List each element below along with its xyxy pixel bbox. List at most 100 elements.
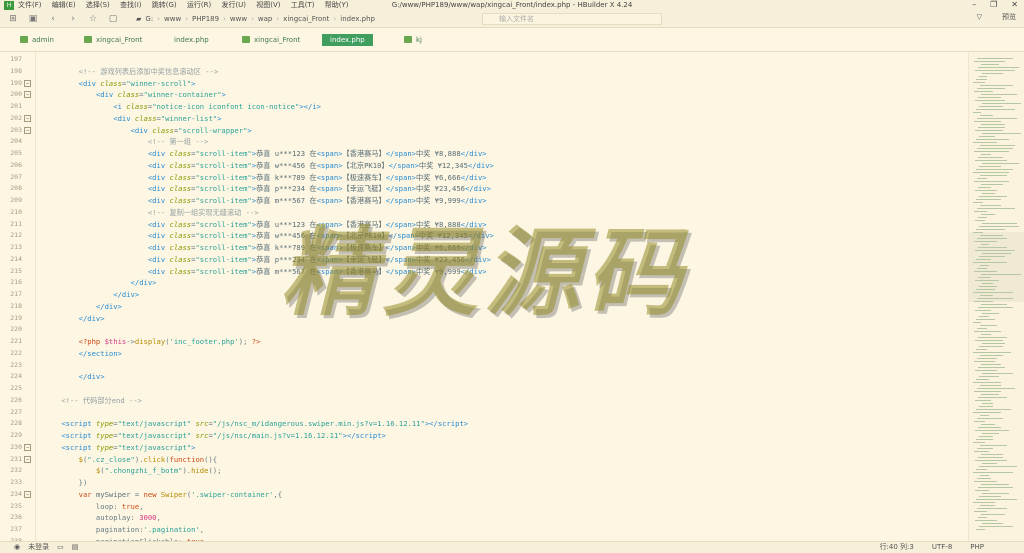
code-line[interactable]: 202− <div class="winner-list"> <box>0 113 968 125</box>
code-line[interactable]: 220 <box>0 324 968 336</box>
fold-toggle-icon[interactable]: − <box>24 490 31 498</box>
save-icon[interactable]: ▣ <box>26 14 40 24</box>
code-line[interactable]: 203− <div class="scroll-wrapper"> <box>0 125 968 137</box>
menu-edit[interactable]: 编辑(E) <box>52 1 76 9</box>
code-line[interactable]: 219 </div> <box>0 313 968 325</box>
fold-toggle-icon[interactable]: − <box>24 114 31 122</box>
code-line[interactable]: 216 </div> <box>0 277 968 289</box>
minimap-line <box>973 232 983 233</box>
code-line[interactable]: 231− $(".cz_close").click(function(){ <box>0 454 968 466</box>
code-line[interactable]: 224 </div> <box>0 371 968 383</box>
fold-toggle-icon[interactable]: − <box>24 79 31 87</box>
minimap-line <box>978 307 1013 308</box>
minimap-line <box>974 391 1001 392</box>
code-line[interactable]: 235 loop: true, <box>0 501 968 513</box>
tab-index-php[interactable]: index.php <box>162 34 209 46</box>
preview-button[interactable]: 预览 <box>1002 12 1016 22</box>
code-line[interactable]: 236 autoplay: 3000, <box>0 512 968 524</box>
cursor-position[interactable]: 行:40 列:3 <box>880 542 914 553</box>
code-line[interactable]: 222 </section> <box>0 348 968 360</box>
menu-view[interactable]: 视图(V) <box>256 1 280 9</box>
run-icon[interactable]: ▢ <box>106 14 120 24</box>
menu-tools[interactable]: 工具(T) <box>291 1 315 9</box>
tab-xingcai-front[interactable]: xingcai_Front <box>84 34 142 46</box>
code-line[interactable]: 225 <box>0 383 968 395</box>
code-line[interactable]: 217 </div> <box>0 289 968 301</box>
code-line[interactable]: 204 <!-- 第一组 --> <box>0 136 968 148</box>
breadcrumb-item[interactable]: www <box>230 15 247 23</box>
fold-toggle-icon[interactable]: − <box>24 443 31 451</box>
code-line[interactable]: 218 </div> <box>0 301 968 313</box>
code-line[interactable]: 213 <div class="scroll-item">恭喜 k***789 … <box>0 242 968 254</box>
code-line[interactable]: 201 <i class="notice-icon iconfont icon-… <box>0 101 968 113</box>
encoding[interactable]: UTF-8 <box>932 542 952 553</box>
menu-publish[interactable]: 发行(U) <box>221 1 246 9</box>
minimap-line <box>976 79 987 80</box>
console-icon[interactable]: ▭ <box>57 542 64 553</box>
code-line[interactable]: 227 <box>0 407 968 419</box>
code-text: <!-- 复制一组实现无缝滚动 --> <box>147 207 259 217</box>
close-icon[interactable]: ✕ <box>1011 0 1018 10</box>
terminal-icon[interactable]: ▤ <box>72 542 79 553</box>
code-line[interactable]: 207 <div class="scroll-item">恭喜 k***789 … <box>0 172 968 184</box>
code-line[interactable]: 208 <div class="scroll-item">恭喜 p***234 … <box>0 183 968 195</box>
minimize-icon[interactable]: – <box>972 0 976 10</box>
menu-find[interactable]: 查找(I) <box>120 1 142 9</box>
breadcrumb-item[interactable]: xingcai_Front <box>283 15 329 23</box>
menu-goto[interactable]: 跳转(G) <box>152 1 177 9</box>
code-line[interactable]: 226 <!-- 代码部分end --> <box>0 395 968 407</box>
code-line[interactable]: 198 <!-- 游戏列表后添加中奖信息滚动区 --> <box>0 66 968 78</box>
menu-file[interactable]: 文件(F) <box>18 1 42 9</box>
code-line[interactable]: 197 <box>0 54 968 66</box>
login-status[interactable]: 未登录 <box>28 542 49 553</box>
code-line[interactable]: 205 <div class="scroll-item">恭喜 u***123 … <box>0 148 968 160</box>
star-icon[interactable]: ☆ <box>86 14 100 24</box>
breadcrumb-item[interactable]: wap <box>258 15 272 23</box>
user-icon[interactable]: ◉ <box>14 542 20 553</box>
fold-toggle-icon[interactable]: − <box>24 455 31 463</box>
code-line[interactable]: 237 pagination:'.pagination', <box>0 524 968 536</box>
breadcrumb-item[interactable]: PHP189 <box>192 15 219 23</box>
code-line[interactable]: 228 <script type="text/javascript" src="… <box>0 418 968 430</box>
file-filter-input[interactable]: 输入文件名 <box>482 13 662 25</box>
breadcrumb-item[interactable]: www <box>164 15 181 23</box>
code-line[interactable]: 234− var mySwiper = new Swiper('.swiper-… <box>0 489 968 501</box>
code-line[interactable]: 230− <script type="text/javascript"> <box>0 442 968 454</box>
code-text: <div class="scroll-item">恭喜 w***456 在<sp… <box>147 160 494 170</box>
code-line[interactable]: 232 $(".chongzhi_f_botm").hide(); <box>0 465 968 477</box>
tab-index-php-active[interactable]: index.php <box>322 34 373 46</box>
language-mode[interactable]: PHP <box>970 542 984 553</box>
code-line[interactable]: 200− <div class="winner-container"> <box>0 89 968 101</box>
menu-help[interactable]: 帮助(Y) <box>325 1 349 9</box>
code-line[interactable]: 206 <div class="scroll-item">恭喜 w***456 … <box>0 160 968 172</box>
code-line[interactable]: 215 <div class="scroll-item">恭喜 m***567 … <box>0 266 968 278</box>
tab-xingcai-front-2[interactable]: xingcai_Front <box>242 34 300 46</box>
code-line[interactable]: 229 <script type="text/javascript" src="… <box>0 430 968 442</box>
breadcrumb-item[interactable]: index.php <box>340 15 375 23</box>
code-line[interactable]: 212 <div class="scroll-item">恭喜 w***456 … <box>0 230 968 242</box>
code-line[interactable]: 209 <div class="scroll-item">恭喜 m***567 … <box>0 195 968 207</box>
minimap[interactable] <box>968 52 1024 541</box>
code-line[interactable]: 199− <div class="winner-scroll"> <box>0 78 968 90</box>
breadcrumb-item[interactable]: G: <box>145 15 153 23</box>
fold-toggle-icon[interactable]: − <box>24 91 31 99</box>
minimap-line <box>981 454 1003 455</box>
menu-run[interactable]: 运行(R) <box>187 1 211 9</box>
code-line[interactable]: 233 }) <box>0 477 968 489</box>
code-line[interactable]: 214 <div class="scroll-item">恭喜 p***234 … <box>0 254 968 266</box>
code-line[interactable]: 211 <div class="scroll-item">恭喜 u***123 … <box>0 219 968 231</box>
code-editor[interactable]: 197 198 <!-- 游戏列表后添加中奖信息滚动区 --> 199− <div … <box>0 52 968 541</box>
fold-toggle-icon[interactable]: − <box>24 126 31 134</box>
back-arrow-icon[interactable]: ‹ <box>46 14 60 24</box>
new-file-icon[interactable]: ⊞ <box>6 14 20 24</box>
filter-icon[interactable]: ▽ <box>977 13 982 21</box>
tab-admin[interactable]: admin <box>20 34 54 46</box>
menu-select[interactable]: 选择(S) <box>86 1 110 9</box>
code-line[interactable]: 223 <box>0 360 968 372</box>
code-line[interactable]: 210 <!-- 复制一组实现无缝滚动 --> <box>0 207 968 219</box>
tab-kj[interactable]: kj <box>404 34 422 46</box>
code-line[interactable]: 221 <?php $this->display('inc_footer.php… <box>0 336 968 348</box>
minimap-line <box>975 280 999 281</box>
forward-arrow-icon[interactable]: › <box>66 14 80 24</box>
restore-icon[interactable]: ❐ <box>990 0 997 10</box>
